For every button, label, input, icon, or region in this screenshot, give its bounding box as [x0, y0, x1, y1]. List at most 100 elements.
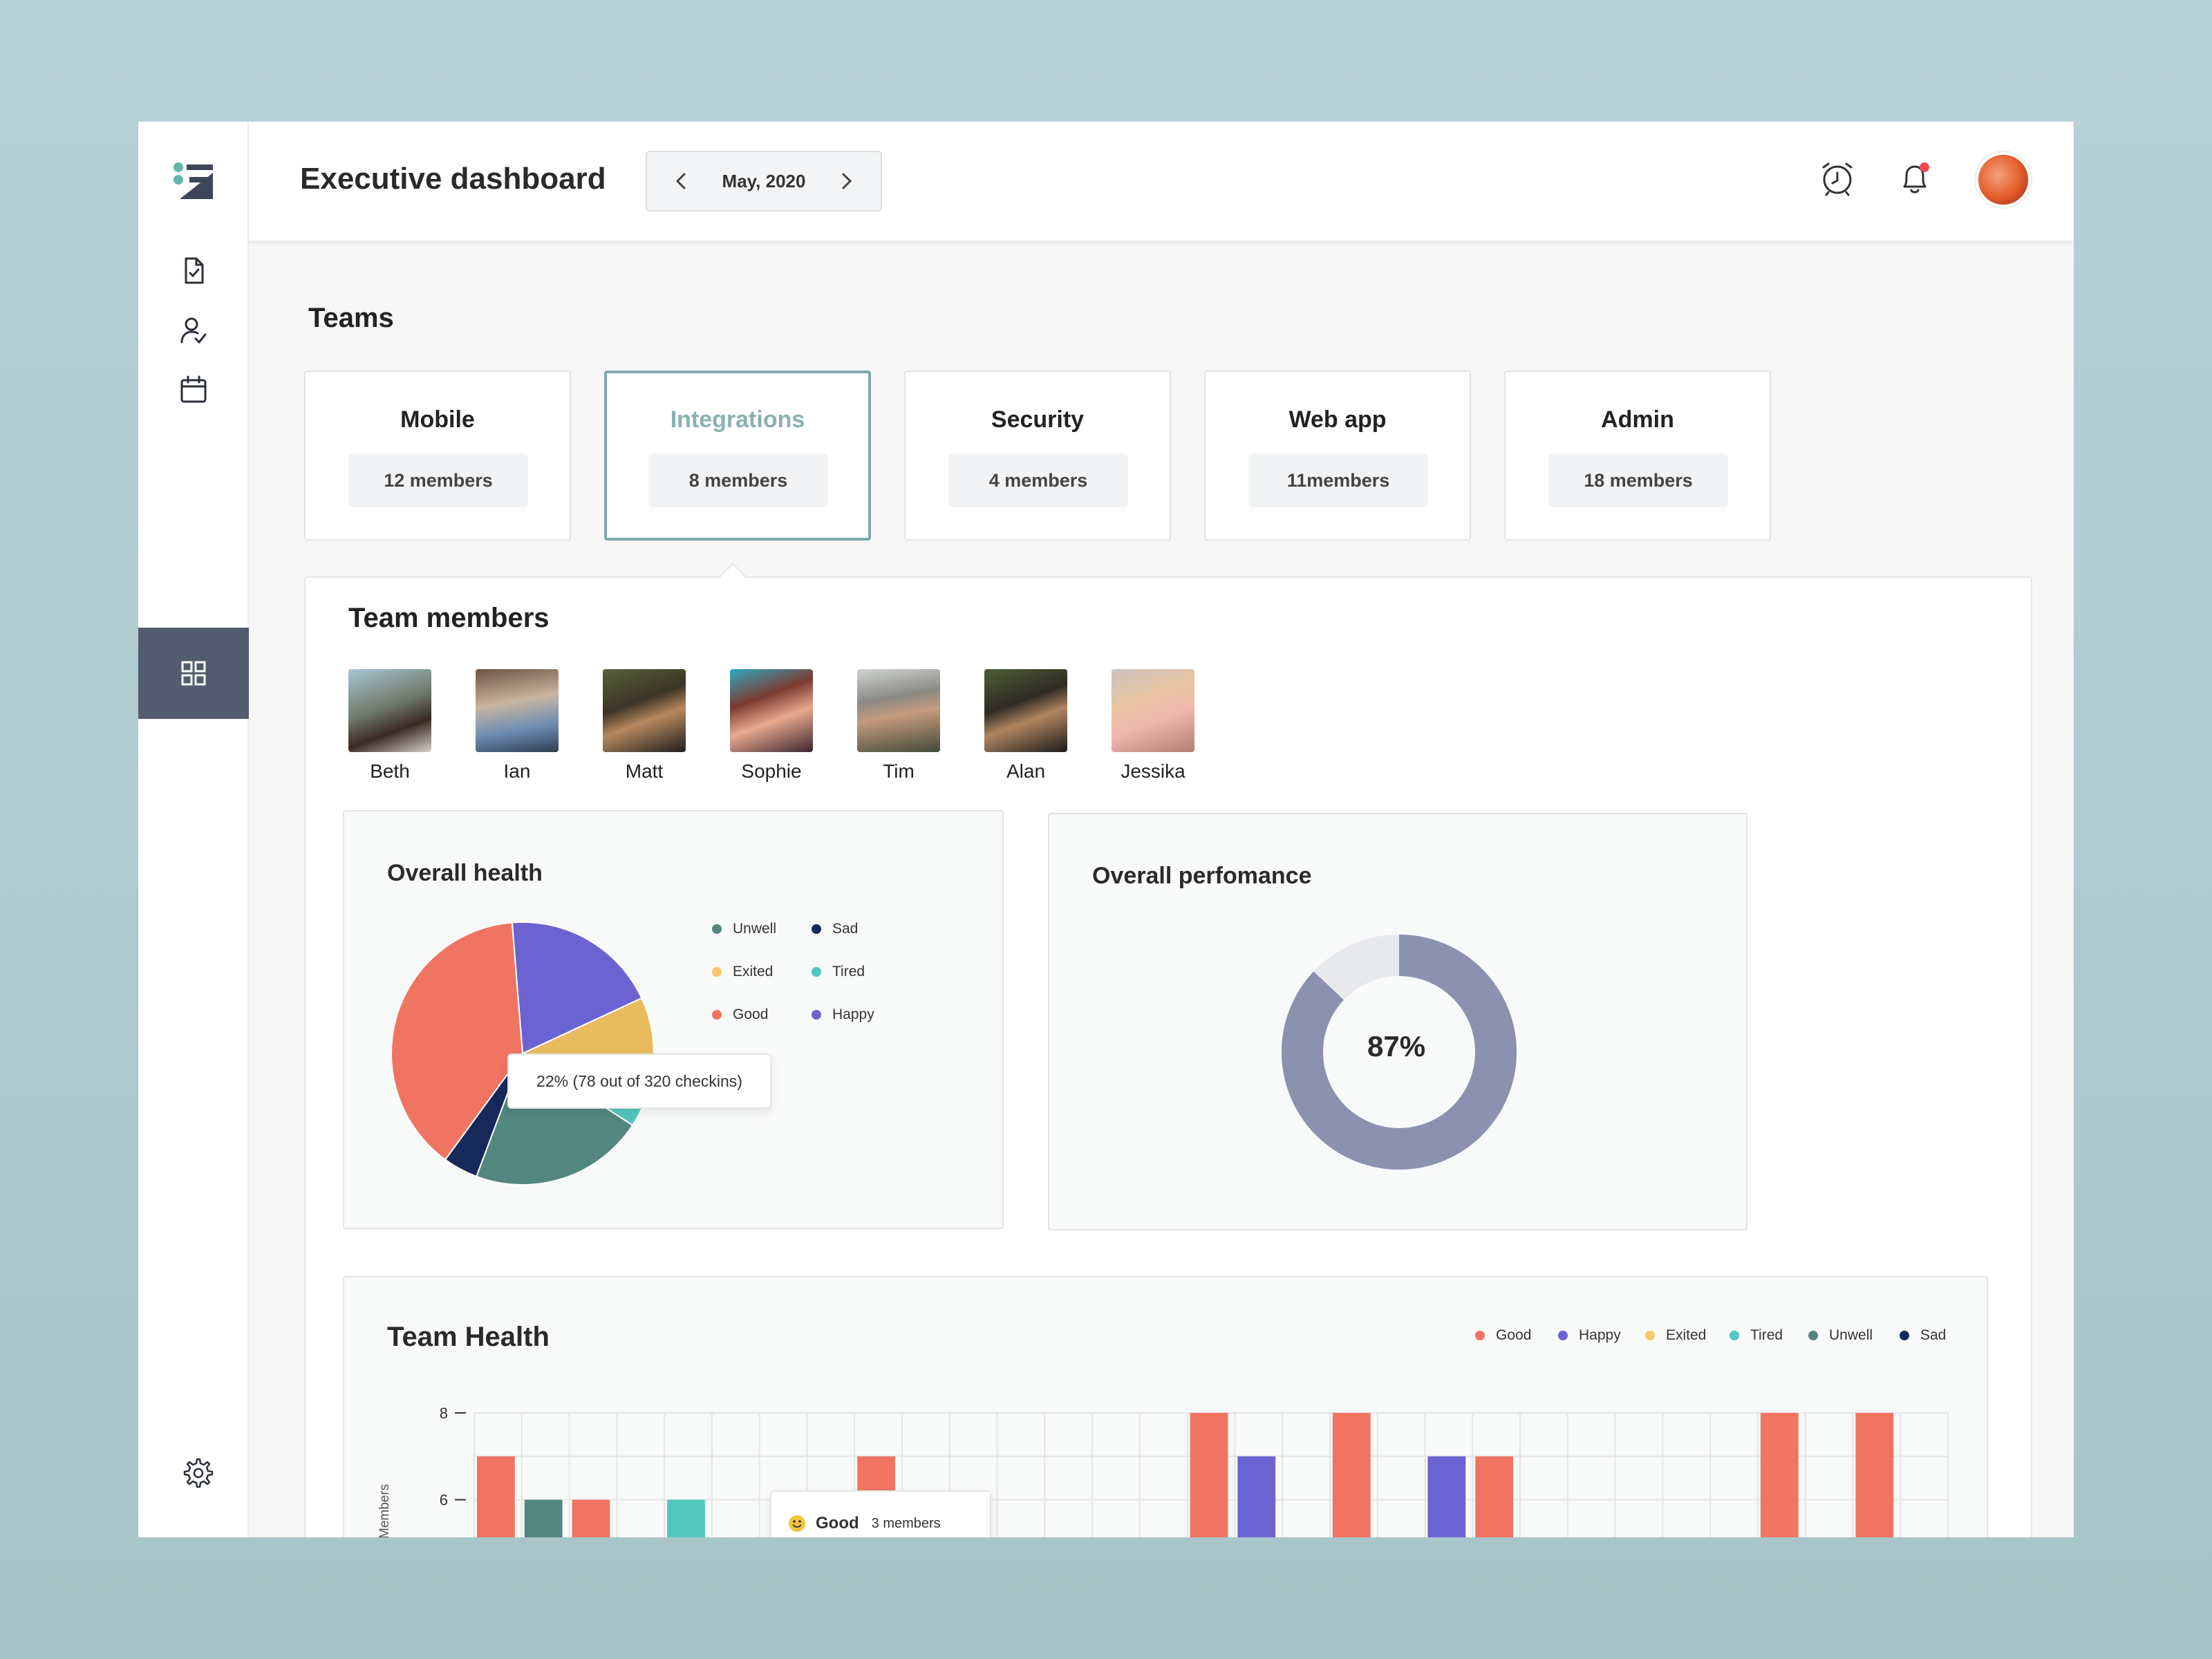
sidebar-item-dashboard[interactable] [138, 628, 249, 719]
month-picker: May, 2020 [646, 151, 882, 212]
performance-value: 87% [1367, 1030, 1426, 1062]
legend-dot [1558, 1331, 1568, 1340]
th-legend-unwell: Unwell [1808, 1327, 1873, 1344]
user-avatar[interactable] [1976, 152, 2031, 207]
bar-tired[interactable] [667, 1499, 705, 1537]
member-photo [857, 669, 940, 752]
member-jessika[interactable]: Jessika [1110, 669, 1196, 782]
legend-happy: Happy [812, 1006, 874, 1023]
team-health-bar-chart: 864 [440, 1405, 1949, 1537]
th-legend-happy: Happy [1558, 1327, 1621, 1344]
page-title: Executive dashboard [300, 162, 606, 196]
team-health-title: Team Health [387, 1322, 550, 1352]
legend-label: Tired [1750, 1327, 1783, 1343]
bell-icon[interactable] [1894, 158, 1936, 199]
bar-happy[interactable] [1237, 1456, 1276, 1537]
team-name: Web app [1288, 406, 1387, 433]
team-card-integrations[interactable]: Integrations 8 members [604, 371, 871, 541]
team-name: Mobile [400, 406, 475, 433]
member-beth[interactable]: Beth [347, 669, 433, 782]
legend-label: Tired [832, 964, 865, 980]
legend-dot [812, 967, 821, 977]
member-matt[interactable]: Matt [601, 669, 687, 782]
legend-dot [712, 1010, 722, 1020]
team-name: Security [991, 406, 1085, 433]
member-photo [984, 669, 1067, 752]
overall-performance-card: Overall perfomance 87% [1048, 813, 1747, 1230]
legend-dot [1645, 1331, 1655, 1340]
calendar-icon [180, 375, 207, 403]
member-name: Jessika [1121, 760, 1185, 782]
chevron-right-icon[interactable] [835, 170, 857, 192]
member-ian[interactable]: Ian [474, 669, 560, 782]
app-window: Executive dashboard May, 2020 Teams Mobi… [138, 122, 2074, 1537]
legend-label: Exited [1666, 1327, 1707, 1343]
member-sophie[interactable]: Sophie [729, 669, 814, 782]
bar-good[interactable] [1855, 1413, 1894, 1537]
legend-dot [812, 1010, 821, 1020]
team-card-security[interactable]: Security 4 members [904, 371, 1171, 541]
legend-label: Sad [1920, 1327, 1947, 1343]
member-name: Ian [503, 760, 531, 782]
th-legend-tired: Tired [1730, 1327, 1783, 1344]
th-legend-exited: Exited [1645, 1327, 1706, 1344]
member-photo [476, 669, 559, 752]
team-card-admin[interactable]: Admin 18 members [1504, 371, 1771, 541]
team-health-card: Team Health Good Happy Exited Tired Unwe… [343, 1276, 1988, 1537]
legend-label: Exited [733, 964, 774, 980]
settings-gear-icon[interactable] [180, 1456, 214, 1490]
grid-icon [181, 661, 206, 686]
team-member-count: 11members [1248, 453, 1428, 507]
legend-dot [812, 924, 821, 934]
overall-health-card: Overall health Unwell Sad Exited Tired G… [343, 810, 1004, 1229]
team-member-count: 12 members [348, 453, 528, 507]
overall-health-title: Overall health [387, 860, 543, 886]
legend-label: Sad [832, 921, 859, 937]
document-check-icon [185, 257, 204, 284]
app-logo[interactable] [170, 158, 216, 203]
team-card-web-app[interactable]: Web app 11members [1204, 371, 1471, 541]
team-name: Integrations [670, 406, 805, 433]
sidebar-item-calendar[interactable] [138, 344, 249, 435]
legend-label: Good [733, 1006, 769, 1022]
member-name: Matt [625, 760, 664, 782]
member-photo [348, 669, 431, 752]
legend-sad: Sad [812, 921, 858, 937]
team-name: Admin [1601, 406, 1674, 433]
member-name: Beth [370, 760, 410, 782]
legend-label: Good [1496, 1327, 1532, 1343]
bar-good[interactable] [1475, 1456, 1514, 1537]
bar-unwell[interactable] [524, 1499, 563, 1537]
pie-tooltip-text: 22% (78 out of 320 checkins) [536, 1071, 742, 1090]
team-card-mobile[interactable]: Mobile 12 members [304, 371, 571, 541]
y-axis-label: Members [377, 1483, 392, 1537]
team-member-count: 8 members [648, 453, 828, 507]
alarm-clock-icon[interactable] [1817, 158, 1858, 199]
team-member-count: 4 members [948, 453, 1128, 507]
y-tick-label: 8 [440, 1405, 448, 1422]
legend-exited: Exited [712, 964, 773, 980]
bar-good[interactable] [477, 1456, 515, 1537]
legend-label: Happy [1579, 1327, 1621, 1343]
sidebar [138, 122, 249, 1537]
legend-label: Unwell [1829, 1327, 1873, 1343]
bar-good[interactable] [572, 1499, 610, 1537]
legend-dot [712, 967, 722, 977]
bar-good[interactable] [1190, 1413, 1228, 1537]
bar-good[interactable] [1760, 1413, 1799, 1537]
member-photo [1112, 669, 1194, 752]
legend-dot [1808, 1331, 1818, 1340]
overall-performance-title: Overall perfomance [1092, 863, 1312, 889]
legend-unwell: Unwell [712, 921, 776, 937]
user-check-icon [180, 317, 207, 344]
teams-heading: Teams [308, 303, 394, 333]
member-alan[interactable]: Alan [983, 669, 1069, 782]
bar-tooltip: Good 3 members [770, 1490, 991, 1537]
chevron-left-icon[interactable] [671, 170, 693, 192]
member-tim[interactable]: Tim [856, 669, 941, 782]
th-legend-good: Good [1475, 1327, 1531, 1344]
legend-label: Happy [832, 1006, 874, 1022]
member-name: Alan [1006, 760, 1046, 782]
bar-good[interactable] [1332, 1413, 1371, 1537]
bar-happy[interactable] [1427, 1456, 1466, 1537]
